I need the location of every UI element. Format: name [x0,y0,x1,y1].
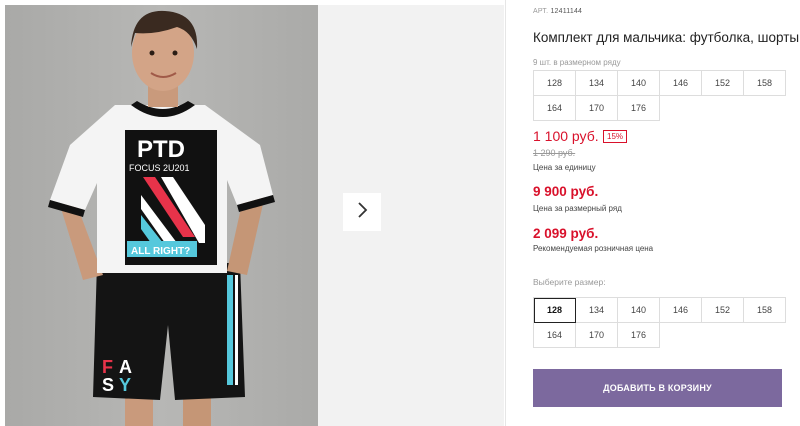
svg-text:A: A [119,357,132,377]
size-option[interactable]: 128 [534,298,576,323]
pack-price: 9 900 руб. [533,184,599,199]
pack-size-cell: 146 [660,71,702,96]
retail-price-label: Рекомендуемая розничная цена [533,244,654,253]
size-option[interactable]: 134 [576,298,618,323]
discount-badge: 15% [603,130,628,143]
size-option[interactable]: 140 [618,298,660,323]
pack-price-label: Цена за размерный ряд [533,204,622,213]
pack-size-note: 9 шт. в размерном ряду [533,58,621,67]
size-option[interactable]: 170 [576,323,618,348]
pack-size-cell: 140 [618,71,660,96]
article-value: 12411144 [550,8,583,15]
tshirt-slogan-text: ALL RIGHT? [131,246,190,257]
size-selector: 128 134 140 146 152 158 164 170 176 [533,297,786,348]
add-to-cart-button[interactable]: ДОБАВИТЬ В КОРЗИНУ [533,369,782,407]
panel-divider [505,0,506,426]
pack-size-cell: 176 [618,96,660,121]
tshirt-line-text: FOCUS 2U201 [129,163,190,173]
unit-price: 1 100 руб. [533,128,599,144]
pack-size-cell: 128 [534,71,576,96]
product-info-panel: АРТ. 12411144 Комплект для мальчика: фут… [533,0,799,426]
size-select-label: Выберите размер: [533,277,606,287]
pack-size-cell: 164 [534,96,576,121]
svg-text:S: S [102,375,114,395]
size-option[interactable]: 152 [702,298,744,323]
pack-size-cell: 152 [702,71,744,96]
svg-text:F: F [102,357,113,377]
size-option[interactable]: 164 [534,323,576,348]
pack-size-cell: 170 [576,96,618,121]
size-option[interactable]: 146 [660,298,702,323]
next-image-button[interactable] [343,193,381,231]
pack-sizes-grid: 128 134 140 146 152 158 164 170 176 [533,70,786,121]
product-gallery: F A S Y PTD FOCUS 2U201 ALL RIGHT? [0,0,505,426]
product-title: Комплект для мальчика: футболка, шорты [533,30,800,45]
old-price: 1 290 руб. [533,148,576,158]
boy-in-outfit-illustration: F A S Y PTD FOCUS 2U201 ALL RIGHT? [48,10,275,426]
size-option[interactable]: 158 [744,298,786,323]
unit-price-label: Цена за единицу [533,163,596,172]
tshirt-logo-text: PTD [137,136,185,163]
pack-size-cell: 158 [744,71,786,96]
article-label: АРТ. [533,8,549,15]
chevron-right-icon [355,201,369,224]
product-photo[interactable]: F A S Y PTD FOCUS 2U201 ALL RIGHT? [5,5,318,426]
svg-text:Y: Y [119,375,131,395]
retail-price: 2 099 руб. [533,226,599,241]
article-number: АРТ. 12411144 [533,8,582,15]
pack-size-cell: 134 [576,71,618,96]
size-option[interactable]: 176 [618,323,660,348]
